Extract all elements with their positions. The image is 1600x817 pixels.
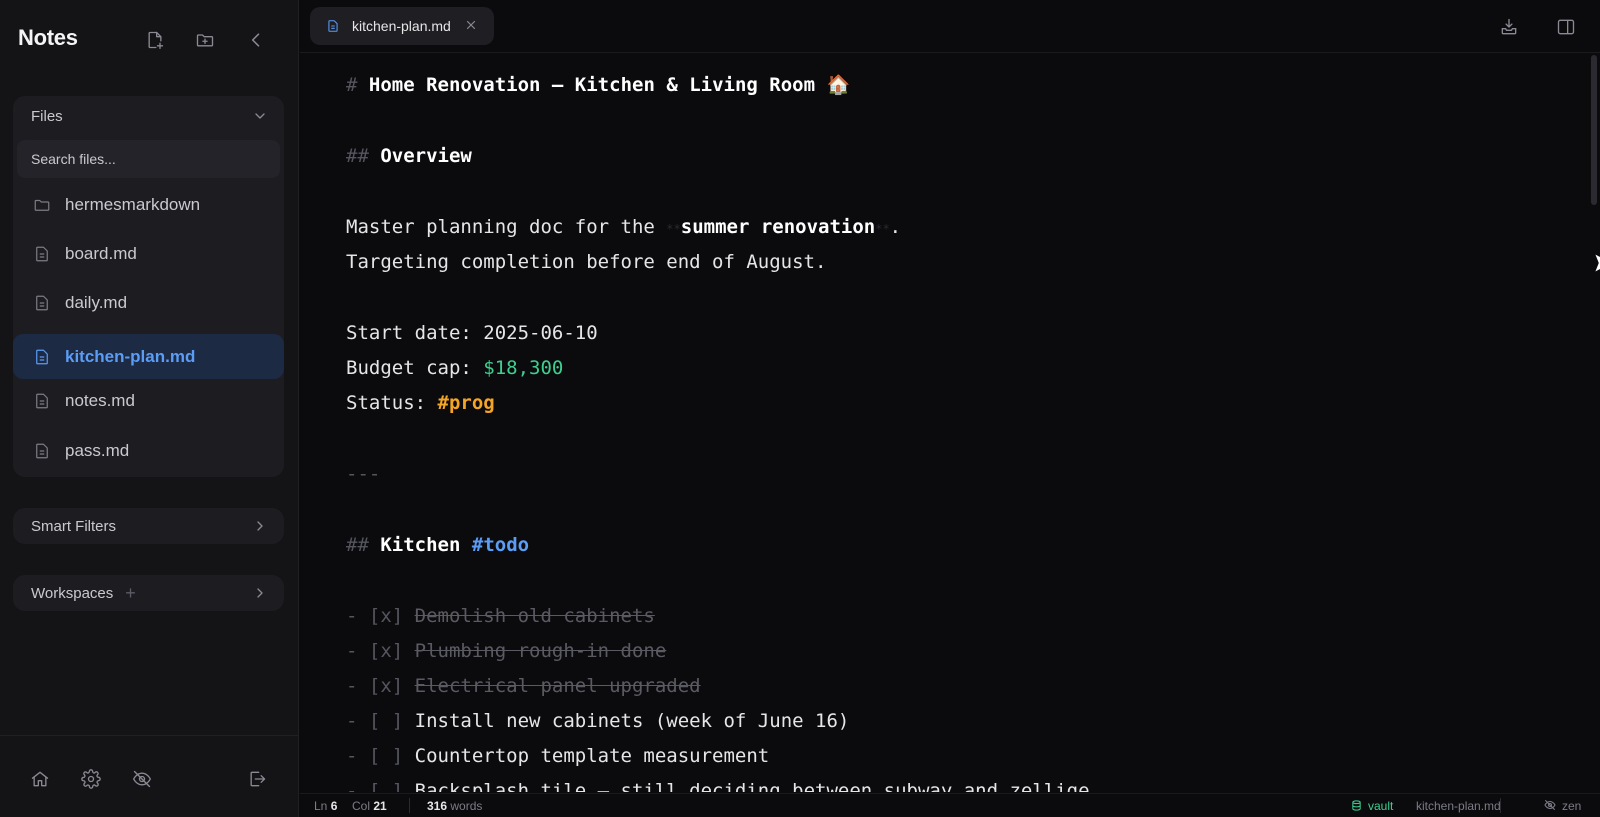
database-icon [1352, 800, 1361, 811]
scroll-thumb[interactable] [1591, 55, 1597, 205]
tab-bar: kitchen-plan.md [300, 0, 1600, 53]
file-item-notes[interactable]: notes.md [13, 378, 284, 423]
app-title: Notes [18, 25, 78, 50]
tab-label: kitchen-plan.md [352, 18, 451, 34]
files-panel-header[interactable]: Files [13, 96, 284, 136]
smart-filters-panel[interactable]: Smart Filters [13, 508, 284, 544]
file-item-label: daily.md [65, 292, 128, 312]
word-count: 316 words [427, 799, 483, 813]
budget-line: Budget cap: $18,300 [346, 357, 564, 379]
new-file-icon[interactable] [143, 28, 167, 52]
sidebar-footer [0, 735, 299, 817]
smart-filters-header[interactable]: Smart Filters [13, 508, 284, 544]
smart-filters-title: Smart Filters [31, 517, 117, 535]
task-line[interactable]: - [x] Demolish old cabinets [346, 601, 655, 631]
file-icon [328, 20, 338, 32]
horizontal-rule: --- [346, 463, 381, 485]
task-line[interactable]: - [ ] Countertop template measurement [346, 741, 769, 771]
file-item-pass[interactable]: pass.md [13, 428, 284, 473]
collapse-sidebar-icon[interactable] [244, 28, 268, 52]
mouse-pointer-icon [1593, 252, 1600, 274]
file-item-label: notes.md [65, 390, 135, 410]
new-folder-icon[interactable] [193, 28, 217, 52]
cursor-position: Ln 6 [314, 799, 338, 813]
status-line: Status: #prog [346, 392, 495, 414]
files-panel: Files hermesmarkdown board.md daily.md k… [13, 96, 284, 477]
add-workspace-icon[interactable]: + [125, 583, 136, 604]
tab-kitchen-plan[interactable]: kitchen-plan.md [310, 7, 494, 45]
status-divider [1500, 798, 1501, 813]
file-icon [36, 246, 48, 261]
search-files-input[interactable] [17, 140, 280, 178]
file-icon [36, 295, 48, 310]
status-divider [409, 798, 410, 813]
file-icon [36, 349, 48, 364]
h1-line: # Home Renovation — Kitchen & Living Roo… [346, 74, 851, 96]
editor-area: kitchen-plan.md # Home Renovation — Kitc… [300, 0, 1600, 817]
folder-icon [34, 199, 50, 211]
download-icon[interactable] [1498, 16, 1520, 38]
zen-mode-toggle[interactable]: zen [1544, 799, 1581, 813]
file-item-label: pass.md [65, 440, 130, 460]
file-icon [36, 393, 48, 408]
workspaces-header[interactable]: Workspaces + [13, 575, 284, 611]
chevron-right-icon [257, 521, 263, 531]
file-item-kitchen-plan[interactable]: kitchen-plan.md [13, 334, 284, 379]
eye-off-icon [1544, 800, 1556, 810]
sidebar-header: Notes [0, 0, 299, 80]
task-line[interactable]: - [ ] Install new cabinets (week of June… [346, 706, 849, 736]
gear-icon[interactable] [79, 767, 103, 791]
chevron-down-icon [255, 113, 265, 119]
file-icon [36, 443, 48, 458]
kitchen-heading-line: ## Kitchen #todo [346, 534, 530, 556]
file-item-daily[interactable]: daily.md [13, 280, 284, 325]
start-date-line: Start date: 2025-06-10 [346, 322, 598, 344]
paragraph-line: Targeting completion before end of Augus… [346, 251, 827, 273]
task-line[interactable]: - [x] Electrical panel upgraded [346, 671, 701, 701]
workspaces-title: Workspaces [31, 584, 114, 602]
overview-heading-line: ## Overview [346, 145, 472, 167]
markdown-editor[interactable]: # Home Renovation — Kitchen & Living Roo… [346, 63, 1546, 792]
file-item-hermesmarkdown[interactable]: hermesmarkdown [13, 182, 284, 227]
file-item-label: hermesmarkdown [65, 194, 201, 214]
eye-off-icon[interactable] [130, 767, 154, 791]
task-line[interactable]: - [ ] Backsplash tile — still deciding b… [346, 776, 1090, 792]
sidebar: Notes Files hermesmarkdown [0, 0, 299, 817]
files-panel-title: Files [31, 107, 63, 125]
file-item-board[interactable]: board.md [13, 231, 284, 276]
paragraph-line: Master planning doc for the **summer ren… [346, 216, 902, 238]
file-item-label: kitchen-plan.md [65, 346, 196, 366]
logout-icon[interactable] [245, 767, 269, 791]
close-icon[interactable] [464, 18, 478, 32]
status-bar: Ln 6 Col 21 316 words vault kitchen-plan… [300, 793, 1600, 817]
file-item-label: board.md [65, 243, 137, 263]
current-file-name: kitchen-plan.md [1416, 799, 1501, 813]
chevron-right-icon [257, 588, 263, 598]
split-view-icon[interactable] [1555, 16, 1577, 38]
task-line[interactable]: - [x] Plumbing rough-in done [346, 636, 666, 666]
app-window: Notes Files hermesmarkdown [0, 0, 1600, 817]
workspaces-panel[interactable]: Workspaces + [13, 575, 284, 611]
home-icon[interactable] [28, 767, 52, 791]
cursor-column: Col 21 [352, 799, 387, 813]
editor-scrollbar[interactable] [1590, 53, 1600, 793]
vault-indicator[interactable]: vault [1351, 799, 1393, 813]
